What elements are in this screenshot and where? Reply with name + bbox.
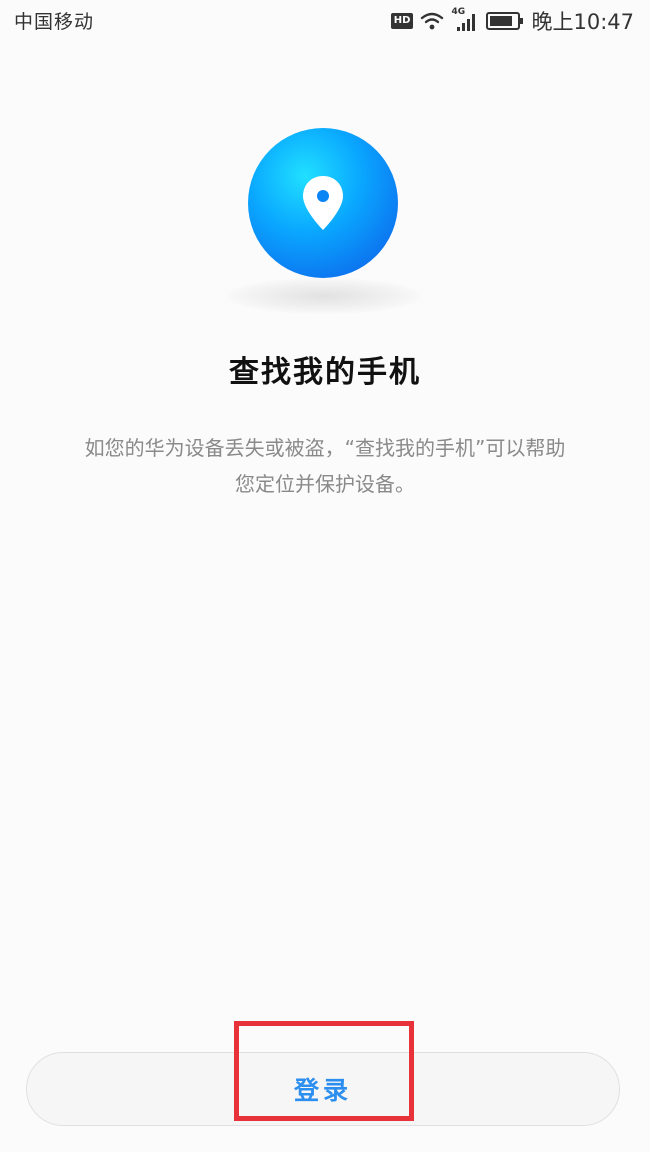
status-icons: HD 4G 晚上10:47 <box>390 6 634 36</box>
cell-signal: 4G <box>451 7 479 32</box>
location-pin-icon <box>303 176 343 230</box>
status-bar: 中国移动 HD 4G 晚上10:47 <box>0 0 650 40</box>
wifi-icon <box>421 12 444 30</box>
hd-badge: HD <box>390 13 414 29</box>
page-title: 查找我的手机 <box>229 355 421 390</box>
signal-icon <box>457 14 476 31</box>
carrier-name: 中国移动 <box>14 11 95 33</box>
description-line-2: 您定位并保护设备。 <box>235 472 415 496</box>
hero-shadow <box>226 278 422 314</box>
description-line-1: 如您的华为设备丢失或被盗，“查找我的手机”可以帮助 <box>84 436 566 460</box>
find-phone-hero-circle <box>248 128 398 278</box>
feature-description: 如您的华为设备丢失或被盗，“查找我的手机”可以帮助 您定位并保护设备。 <box>40 430 610 502</box>
highlight-annotation-box <box>234 1021 414 1121</box>
battery-icon <box>486 12 524 30</box>
clock-time: 晚上10:47 <box>531 10 634 34</box>
